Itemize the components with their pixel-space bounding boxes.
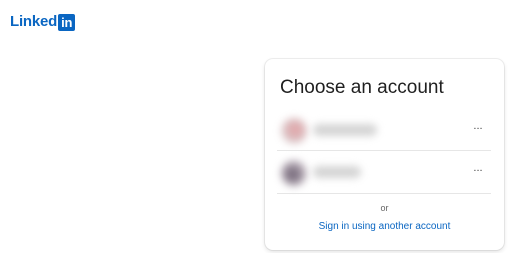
account-chooser-card: Choose an account ... ... or Sign in usi… <box>265 59 504 250</box>
account-row-1[interactable]: ... <box>277 109 491 151</box>
more-icon[interactable]: ... <box>469 163 487 177</box>
linkedin-logo: Linked in <box>10 12 76 32</box>
divider <box>277 193 491 194</box>
blurred-account-name <box>313 166 361 178</box>
account-row-2[interactable]: ... <box>277 151 491 193</box>
more-icon[interactable]: ... <box>469 121 487 135</box>
or-separator: or <box>380 203 389 213</box>
blurred-account-name <box>313 124 377 136</box>
avatar <box>281 160 307 186</box>
avatar <box>281 118 307 144</box>
logo-word: Linked <box>10 13 58 30</box>
logo-in-box: in <box>58 13 76 31</box>
sign-in-another-account-link[interactable]: Sign in using another account <box>265 221 504 232</box>
card-title: Choose an account <box>280 77 444 98</box>
